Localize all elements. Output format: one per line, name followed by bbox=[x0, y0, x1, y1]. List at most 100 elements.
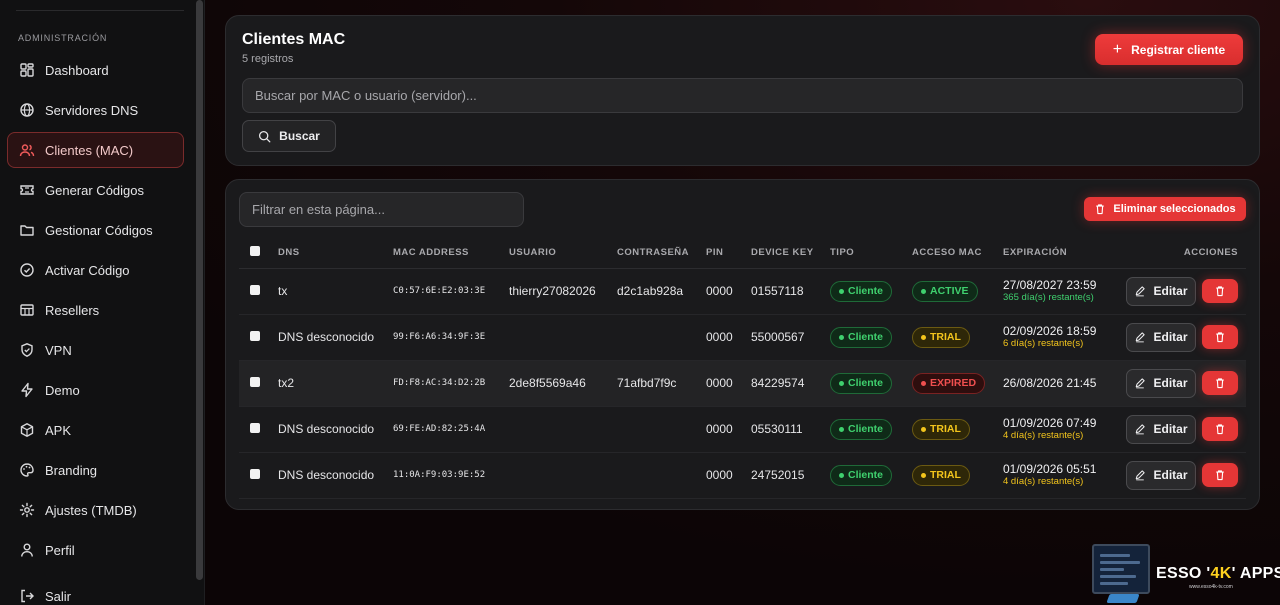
cell-expiracion: 26/08/2026 21:45 bbox=[1003, 360, 1123, 407]
sidebar-item-ajustes-tmdb[interactable]: Ajustes (TMDB) bbox=[7, 492, 184, 528]
ticket-icon bbox=[19, 182, 35, 198]
register-client-button[interactable]: + Registrar cliente bbox=[1095, 34, 1243, 65]
column-header-dns[interactable]: DNS bbox=[278, 238, 393, 269]
table-row[interactable]: DNS desconocido 11:0A:F9:03:9E:52 0000 2475… bbox=[239, 452, 1246, 499]
search-input[interactable]: Buscar por MAC o usuario (servidor)... bbox=[242, 78, 1243, 113]
sidebar-item-resellers[interactable]: Resellers bbox=[7, 292, 184, 328]
sidebar-item-gestionar-c-digos[interactable]: Gestionar Códigos bbox=[7, 212, 184, 248]
trash-icon bbox=[1214, 331, 1226, 343]
sidebar-item-salir[interactable]: Salir bbox=[7, 578, 184, 605]
sidebar-section-label: ADMINISTRACIÓN bbox=[18, 33, 108, 43]
brand-url: www.esso4k-tv.com bbox=[1189, 584, 1233, 590]
row-checkbox[interactable] bbox=[250, 469, 260, 479]
sidebar-item-apk[interactable]: APK bbox=[7, 412, 184, 448]
cell-mac: C0:57:6E:E2:03:3E bbox=[393, 268, 509, 315]
trash-icon bbox=[1214, 377, 1226, 389]
delete-selected-label: Eliminar seleccionados bbox=[1113, 203, 1236, 215]
sidebar-item-dashboard[interactable]: Dashboard bbox=[7, 52, 184, 88]
sidebar-item-label: Resellers bbox=[45, 302, 100, 318]
table-row[interactable]: tx C0:57:6E:E2:03:3E thierry27082026 d2c1ab… bbox=[239, 268, 1246, 315]
column-header-contrasena[interactable]: CONTRASEÑA bbox=[617, 238, 706, 269]
cell-pin: 0000 bbox=[706, 268, 751, 315]
tipo-badge: Cliente bbox=[830, 326, 893, 348]
column-header-acceso-mac[interactable]: ACCESO MAC bbox=[912, 238, 1003, 269]
column-header-expiracion[interactable]: EXPIRACIÓN bbox=[1003, 238, 1123, 269]
delete-button[interactable] bbox=[1202, 279, 1238, 303]
sidebar-item-label: Salir bbox=[45, 588, 72, 604]
user-icon bbox=[19, 542, 35, 558]
cell-device-key: 24752015 bbox=[751, 452, 830, 499]
edit-button[interactable]: Editar bbox=[1126, 322, 1196, 352]
tipo-badge: Cliente bbox=[830, 372, 893, 394]
sidebar-item-branding[interactable]: Branding bbox=[7, 452, 184, 488]
sidebar-item-generar-c-digos[interactable]: Generar Códigos bbox=[7, 172, 184, 208]
expiration-date: 27/08/2027 23:59 bbox=[1003, 278, 1097, 292]
row-checkbox[interactable] bbox=[250, 377, 260, 387]
cell-pin: 0000 bbox=[706, 314, 751, 361]
table-row[interactable]: DNS desconocido 99:F6:A6:34:9F:3E 0000 5500… bbox=[239, 314, 1246, 361]
sidebar-item-servidores-dns[interactable]: Servidores DNS bbox=[7, 92, 184, 128]
table-header-row: DNS MAC ADDRESS USUARIO CONTRASEÑA PIN D… bbox=[239, 238, 1246, 269]
tipo-badge: Cliente bbox=[830, 464, 893, 486]
clients-table: DNS MAC ADDRESS USUARIO CONTRASEÑA PIN D… bbox=[239, 238, 1246, 499]
edit-button[interactable]: Editar bbox=[1126, 414, 1196, 444]
edit-button[interactable]: Editar bbox=[1126, 276, 1196, 306]
expiration-date: 02/09/2026 18:59 bbox=[1003, 324, 1097, 338]
cell-dns: tx2 bbox=[278, 360, 393, 407]
delete-button[interactable] bbox=[1202, 325, 1238, 349]
page-filter-input[interactable]: Filtrar en esta página... bbox=[239, 192, 524, 227]
cell-expiracion: 02/09/2026 18:59 6 día(s) restante(s) bbox=[1003, 314, 1123, 361]
acceso-status-badge: ACTIVE bbox=[912, 280, 978, 302]
column-header-device-key[interactable]: DEVICE KEY bbox=[751, 238, 830, 269]
delete-button[interactable] bbox=[1202, 417, 1238, 441]
delete-selected-button[interactable]: Eliminar seleccionados bbox=[1084, 197, 1246, 221]
pencil-icon bbox=[1134, 285, 1146, 297]
table-row[interactable]: DNS desconocido 69:FE:AD:82:25:4A 0000 0553… bbox=[239, 406, 1246, 453]
cell-dns: tx bbox=[278, 268, 393, 315]
acceso-status-badge: TRIAL bbox=[912, 418, 970, 440]
logout-icon bbox=[19, 588, 35, 604]
column-header-usuario[interactable]: USUARIO bbox=[509, 238, 617, 269]
cell-dns: DNS desconocido bbox=[278, 314, 393, 361]
cell-expiracion: 01/09/2026 07:49 4 día(s) restante(s) bbox=[1003, 406, 1123, 453]
acceso-status-badge: TRIAL bbox=[912, 464, 970, 486]
cell-device-key: 05530111 bbox=[751, 406, 830, 453]
sidebar-item-label: Perfil bbox=[45, 542, 75, 558]
clients-header-card: Clientes MAC 5 registros + Registrar cli… bbox=[225, 15, 1260, 166]
column-header-tipo[interactable]: TIPO bbox=[830, 238, 912, 269]
cell-contrasena: d2c1ab928a bbox=[617, 268, 706, 315]
days-remaining: 4 día(s) restante(s) bbox=[1003, 476, 1084, 487]
select-all-checkbox[interactable] bbox=[250, 246, 260, 257]
edit-button[interactable]: Editar bbox=[1126, 368, 1196, 398]
row-checkbox[interactable] bbox=[250, 331, 260, 341]
cell-mac: 11:0A:F9:03:9E:52 bbox=[393, 452, 509, 499]
sidebar-item-perfil[interactable]: Perfil bbox=[7, 532, 184, 568]
row-checkbox[interactable] bbox=[250, 285, 260, 295]
sidebar-scrollbar[interactable] bbox=[196, 0, 203, 580]
row-checkbox[interactable] bbox=[250, 423, 260, 433]
edit-label: Editar bbox=[1153, 284, 1188, 298]
delete-button[interactable] bbox=[1202, 371, 1238, 395]
trash-icon bbox=[1214, 285, 1226, 297]
sidebar-item-vpn[interactable]: VPN bbox=[7, 332, 184, 368]
table-row[interactable]: tx2 FD:F8:AC:34:D2:2B 2de8f5569a46 71afbd7f… bbox=[239, 360, 1246, 407]
column-header-mac[interactable]: MAC ADDRESS bbox=[393, 238, 509, 269]
sidebar-item-label: Servidores DNS bbox=[45, 102, 139, 118]
expiration-date: 26/08/2026 21:45 bbox=[1003, 376, 1097, 390]
column-header-pin[interactable]: PIN bbox=[706, 238, 751, 269]
edit-button[interactable]: Editar bbox=[1126, 460, 1196, 490]
sidebar-item-clientes-mac[interactable]: Clientes (MAC) bbox=[7, 132, 184, 168]
brand-logo: ESSO '4K' APPS www.esso4k-tv.com bbox=[1090, 544, 1280, 605]
page-title: Clientes MAC bbox=[242, 31, 346, 48]
sidebar-item-label: Activar Código bbox=[45, 262, 130, 278]
delete-button[interactable] bbox=[1202, 463, 1238, 487]
search-icon bbox=[258, 130, 271, 143]
sidebar-item-activar-c-digo[interactable]: Activar Código bbox=[7, 252, 184, 288]
search-button[interactable]: Buscar bbox=[242, 120, 336, 152]
cell-mac: 99:F6:A6:34:9F:3E bbox=[393, 314, 509, 361]
expiration-date: 01/09/2026 07:49 bbox=[1003, 416, 1097, 430]
cell-usuario bbox=[509, 406, 617, 453]
acceso-status-badge: TRIAL bbox=[912, 326, 970, 348]
sidebar-item-demo[interactable]: Demo bbox=[7, 372, 184, 408]
days-remaining: 365 día(s) restante(s) bbox=[1003, 292, 1094, 303]
